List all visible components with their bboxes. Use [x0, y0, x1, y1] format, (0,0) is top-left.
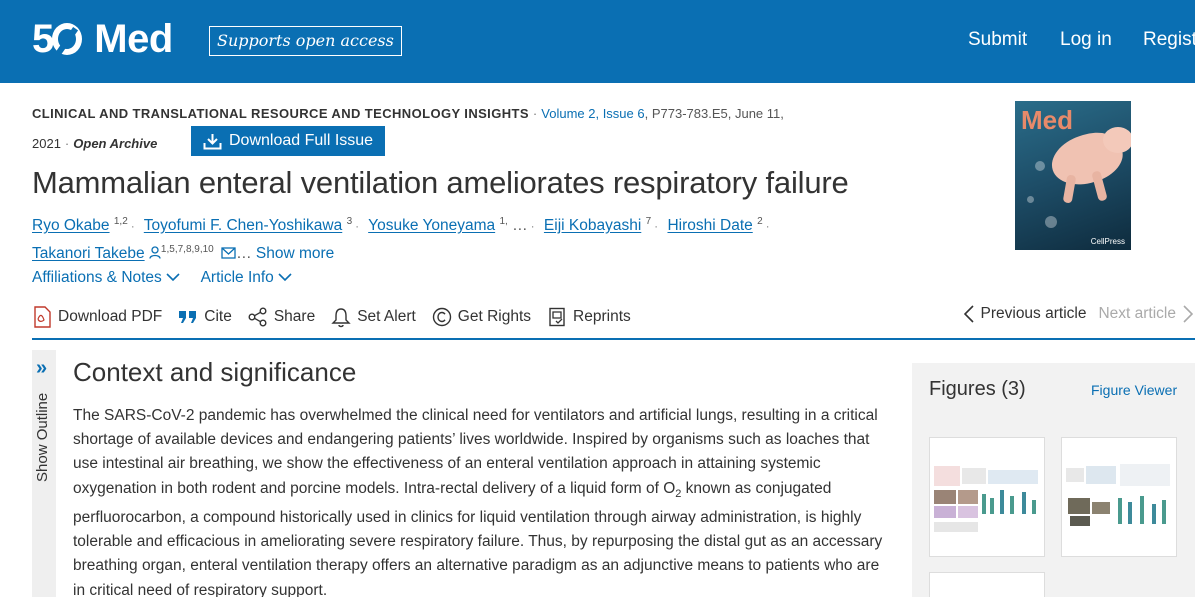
download-full-issue-button[interactable]: Download Full Issue: [191, 126, 385, 156]
expand-outline-icon[interactable]: »: [36, 357, 47, 380]
open-access-badge[interactable]: Supports open access: [209, 26, 402, 56]
next-article-link[interactable]: Next article: [1098, 305, 1193, 323]
section-heading: Context and significance: [73, 357, 357, 387]
article-toolbar: Download PDF Cite Share Set Alert Get Ri…: [32, 304, 647, 330]
chevron-down-icon: [278, 273, 292, 282]
journal-section: CLINICAL AND TRANSLATIONAL RESOURCE AND …: [32, 106, 529, 121]
author-affiliation-sup: 1,5,7,8,9,10: [160, 244, 214, 256]
toolbar-divider: [32, 338, 1195, 340]
share-icon: [248, 307, 267, 327]
share-button[interactable]: Share: [248, 307, 315, 327]
info-links: Affiliations & Notes Article Info: [32, 269, 309, 287]
author-affiliation-sup: 7: [645, 216, 652, 227]
pages-date: P773-783.E5, June 11,: [651, 106, 784, 121]
section-body: The SARS-CoV-2 pandemic has overwhelmed …: [73, 404, 895, 597]
author-affiliation-sup: 3: [346, 216, 353, 227]
journal-cover-image[interactable]: Med CellPress: [1015, 101, 1131, 250]
show-outline-label[interactable]: Show Outline: [34, 393, 51, 482]
person-icon: [149, 246, 161, 260]
site-logo[interactable]: 5 Med: [32, 18, 173, 60]
authors-ellipsis: …: [236, 245, 252, 263]
show-more-authors-link[interactable]: Show more: [256, 245, 334, 262]
reprints-label: Reprints: [573, 308, 631, 325]
volume-issue-link[interactable]: Volume 2, Issue 6: [541, 106, 644, 121]
author-affiliation-sup: 1,2: [113, 216, 128, 227]
get-rights-button[interactable]: Get Rights: [432, 307, 531, 327]
previous-article-label: Previous article: [980, 305, 1087, 322]
reprints-button[interactable]: Reprints: [547, 307, 631, 327]
author-link[interactable]: Toyofumi F. Chen-Yoshikawa: [144, 217, 342, 234]
logo-50-mark: 5: [32, 19, 83, 59]
download-icon: [203, 133, 222, 149]
set-alert-label: Set Alert: [357, 308, 416, 325]
article-info-toggle[interactable]: Article Info: [201, 269, 293, 286]
figure-viewer-link[interactable]: Figure Viewer: [1091, 382, 1177, 398]
figure-thumbnail[interactable]: [929, 572, 1045, 597]
nav-register[interactable]: Register: [1143, 29, 1195, 51]
author-affiliation-sup: 2: [757, 216, 763, 227]
author-ellipsis: …: [512, 217, 528, 235]
top-bar: 5 Med Supports open access Submit Log in…: [0, 0, 1195, 83]
chevron-left-icon: [963, 305, 974, 323]
figures-title: Figures (3): [929, 378, 1026, 400]
download-pdf-label: Download PDF: [58, 308, 163, 325]
author-link[interactable]: Takanori Takebe: [32, 245, 145, 262]
set-alert-button[interactable]: Set Alert: [331, 307, 416, 328]
download-pdf-button[interactable]: Download PDF: [32, 306, 162, 328]
quote-icon: [179, 311, 197, 323]
author-link[interactable]: Yosuke Yoneyama: [368, 217, 495, 234]
figure-thumbnail[interactable]: [1061, 437, 1177, 557]
logo-text: Med: [94, 17, 173, 61]
affiliations-label: Affiliations & Notes: [32, 269, 162, 286]
next-article-label: Next article: [1098, 305, 1176, 322]
pdf-icon: [34, 306, 51, 328]
journal-meta-line-2: 2021 · Open Archive: [32, 136, 158, 151]
journal-meta-line: CLINICAL AND TRANSLATIONAL RESOURCE AND …: [32, 106, 784, 121]
article-navigation: Previous article Next article: [963, 305, 1193, 323]
chevron-right-icon: [1183, 305, 1193, 323]
author-list: Ryo Okabe 1,2 · Toyofumi F. Chen-Yoshikaw…: [32, 216, 770, 263]
previous-article-link[interactable]: Previous article: [963, 305, 1087, 323]
figure-thumbnail[interactable]: [929, 437, 1045, 557]
email-icon[interactable]: [221, 247, 236, 259]
author-link[interactable]: Ryo Okabe: [32, 217, 110, 234]
publisher-logo: CellPress: [1090, 237, 1125, 246]
bell-icon: [331, 307, 351, 327]
author-affiliation-sup: 1,: [499, 216, 508, 227]
body-text: known as conjugated perfluorocarbon, a c…: [73, 479, 883, 597]
get-rights-label: Get Rights: [457, 308, 532, 325]
year: 2021: [32, 136, 61, 151]
author-link[interactable]: Hiroshi Date: [667, 217, 752, 234]
download-full-issue-label: Download Full Issue: [229, 132, 374, 149]
affiliations-notes-toggle[interactable]: Affiliations & Notes: [32, 269, 180, 286]
share-label: Share: [273, 308, 316, 325]
cite-label: Cite: [204, 308, 232, 325]
article-title: Mammalian enteral ventilation ameliorate…: [32, 165, 849, 200]
reprints-icon: [549, 307, 565, 327]
nav-submit[interactable]: Submit: [968, 29, 1027, 51]
cite-button[interactable]: Cite: [178, 308, 232, 326]
chevron-down-icon: [166, 273, 180, 282]
nav-login[interactable]: Log in: [1060, 29, 1112, 51]
copyright-icon: [432, 307, 451, 327]
cover-title: Med: [1021, 105, 1073, 135]
open-archive-label: Open Archive: [73, 136, 158, 151]
author-link[interactable]: Eiji Kobayashi: [544, 217, 641, 234]
article-info-label: Article Info: [200, 269, 274, 286]
